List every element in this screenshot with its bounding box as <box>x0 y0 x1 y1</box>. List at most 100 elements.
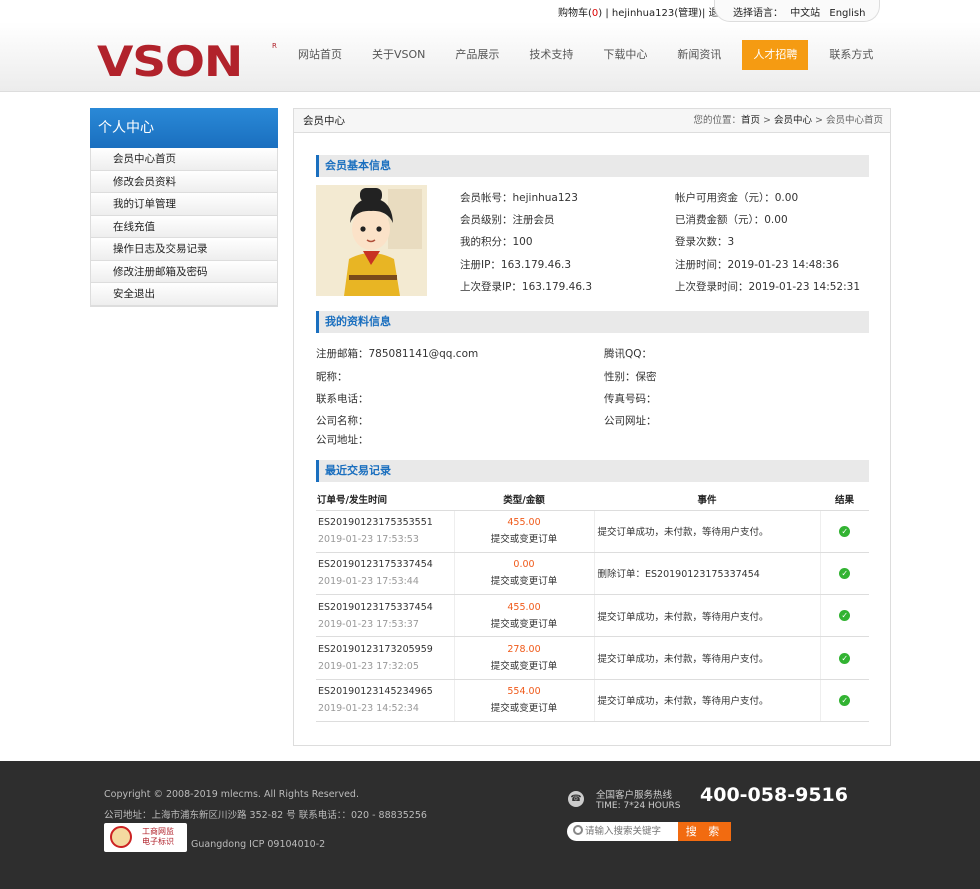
section-profile-info: 我的资料信息 <box>316 311 869 333</box>
nav-products[interactable]: 产品展示 <box>440 40 514 70</box>
result-cell: ✓ <box>819 510 869 553</box>
language-switcher: 选择语言： 中文站 English <box>714 0 880 22</box>
order-type: 提交或变更订单 <box>490 661 558 673</box>
nav-downloads[interactable]: 下载中心 <box>588 40 662 70</box>
member-points: 我的积分：100 <box>460 236 533 248</box>
order-number[interactable]: ES20190123175337454 <box>318 599 454 616</box>
order-cell: ES20190123173205959 2019-01-23 17:32:05 <box>316 636 454 680</box>
nav-news[interactable]: 新闻资讯 <box>662 40 736 70</box>
result-cell: ✓ <box>819 552 869 596</box>
sidebar-item-edit-profile[interactable]: 修改会员资料 <box>91 170 277 193</box>
profile-fax: 传真号码： <box>604 393 657 405</box>
sidebar-menu: 会员中心首页 修改会员资料 我的订单管理 在线充值 操作日志及交易记录 修改注册… <box>90 148 278 307</box>
profile-nickname: 昵称： <box>316 371 348 383</box>
col-type-amount: 类型/金额 <box>454 489 594 511</box>
login-count: 登录次数：3 <box>675 236 735 248</box>
cart-link[interactable]: 购物车(0) <box>558 8 602 19</box>
amount-cell: 0.00 提交或变更订单 <box>453 552 595 596</box>
avatar <box>316 185 427 296</box>
sidebar: 个人中心 会员中心首页 修改会员资料 我的订单管理 在线充值 操作日志及交易记录… <box>90 108 278 307</box>
register-time: 注册时间：2019-01-23 14:48:36 <box>675 259 840 271</box>
sidebar-item-orders[interactable]: 我的订单管理 <box>91 193 277 216</box>
language-zh-link[interactable]: 中文站 <box>790 8 820 19</box>
order-time: 2019-01-23 17:53:53 <box>318 534 419 546</box>
shield-seal-icon <box>110 826 132 848</box>
user-links: 购物车(0) | hejinhua123(管理)| 退出 <box>558 4 729 19</box>
order-amount: 554.00 <box>507 686 541 698</box>
order-amount: 0.00 <box>513 559 535 571</box>
nav-contact[interactable]: 联系方式 <box>814 40 888 70</box>
table-row: ES20190123175337454 2019-01-23 17:53:37 4… <box>316 594 869 638</box>
language-en-link[interactable]: English <box>829 8 865 19</box>
order-time: 2019-01-23 17:53:37 <box>318 618 419 630</box>
sidebar-item-recharge[interactable]: 在线充值 <box>91 215 277 238</box>
order-event: 删除订单：ES20190123175337454 <box>594 552 820 596</box>
check-icon: ✓ <box>839 652 851 664</box>
amount-cell: 455.00 提交或变更订单 <box>453 510 595 553</box>
phone-icon: ☎ <box>568 791 584 807</box>
table-row: ES20190123173205959 2019-01-23 17:32:05 2… <box>316 636 869 680</box>
order-time: 2019-01-23 17:53:44 <box>318 576 419 588</box>
nav-careers[interactable]: 人才招聘 <box>742 40 809 70</box>
spent-amount: 已消费金额（元）：0.00 <box>675 214 788 226</box>
table-row: ES20190123145234965 2019-01-23 14:52:34 5… <box>316 679 869 722</box>
sidebar-item-change-email-password[interactable]: 修改注册邮箱及密码 <box>91 260 277 283</box>
sidebar-item-logout[interactable]: 安全退出 <box>91 283 277 306</box>
sidebar-item-logs[interactable]: 操作日志及交易记录 <box>91 238 277 261</box>
avatar-illustration <box>316 185 427 296</box>
table-header-row: 订单号/发生时间 类型/金额 事件 结果 <box>316 489 869 511</box>
registered-mark: R <box>272 42 277 50</box>
order-type: 提交或变更订单 <box>490 703 558 715</box>
profile-phone: 联系电话： <box>316 393 369 405</box>
search-button[interactable]: 搜 索 <box>678 822 731 841</box>
order-event: 提交订单成功，未付款，等待用户支付。 <box>594 636 820 680</box>
breadcrumb-member-center[interactable]: 会员中心 <box>774 115 812 126</box>
order-time: 2019-01-23 14:52:34 <box>318 703 419 715</box>
result-cell: ✓ <box>819 636 869 680</box>
profile-website: 公司网址： <box>604 415 657 427</box>
table-row: ES20190123175337454 2019-01-23 17:53:44 0… <box>316 552 869 596</box>
footer-address: 公司地址：上海市浦东新区川沙路 352-82 号 联系电话：：020 - 888… <box>104 810 427 821</box>
user-name[interactable]: | hejinhua123(管理)| <box>602 8 705 19</box>
check-icon: ✓ <box>839 610 851 622</box>
order-number[interactable]: ES20190123175337454 <box>318 556 454 573</box>
last-login-time: 上次登录时间：2019-01-23 14:52:31 <box>675 281 861 293</box>
order-event: 提交订单成功，未付款，等待用户支付。 <box>594 510 820 553</box>
main-panel: 会员中心 您的位置：首页 > 会员中心 > 会员中心首页 会员基本信息 会员帐号… <box>293 108 891 746</box>
order-cell: ES20190123175337454 2019-01-23 17:53:37 <box>316 594 454 638</box>
order-number[interactable]: ES20190123173205959 <box>318 641 454 658</box>
sidebar-item-member-home[interactable]: 会员中心首页 <box>91 148 277 171</box>
nav-about[interactable]: 关于VSON <box>357 40 440 70</box>
main-nav: 网站首页 关于VSON 产品展示 技术支持 下载中心 新闻资讯 人才招聘 联系方… <box>283 40 888 70</box>
order-number[interactable]: ES20190123175353551 <box>318 514 454 531</box>
breadcrumb: 您的位置：首页 > 会员中心 > 会员中心首页 <box>693 115 883 126</box>
sidebar-title: 个人中心 <box>90 108 278 148</box>
order-event: 提交订单成功，未付款，等待用户支付。 <box>594 679 820 722</box>
nav-support[interactable]: 技术支持 <box>514 40 588 70</box>
top-bar: 购物车(0) | hejinhua123(管理)| 退出 选择语言： 中文站 E… <box>0 0 980 22</box>
transactions-table: 订单号/发生时间 类型/金额 事件 结果 ES20190123175353551… <box>316 489 869 722</box>
order-cell: ES20190123175353551 2019-01-23 17:53:53 <box>316 510 454 553</box>
order-amount: 455.00 <box>507 601 541 613</box>
order-amount: 455.00 <box>507 517 541 529</box>
vson-logo[interactable]: VSON <box>97 40 243 84</box>
last-login-ip: 上次登录IP：163.179.46.3 <box>460 281 593 293</box>
order-cell: ES20190123175337454 2019-01-23 17:53:44 <box>316 552 454 596</box>
footer: Copyright © 2008-2019 mlecms. All Rights… <box>0 761 980 889</box>
register-ip: 注册IP：163.179.46.3 <box>460 259 572 271</box>
profile-qq: 腾讯QQ： <box>604 348 653 360</box>
nav-home[interactable]: 网站首页 <box>283 40 357 70</box>
footer-copyright: Copyright © 2008-2019 mlecms. All Rights… <box>104 789 359 800</box>
order-type: 提交或变更订单 <box>490 576 558 588</box>
hotline-time: TIME: 7*24 HOURS <box>596 801 681 811</box>
section-transactions: 最近交易记录 <box>316 460 869 482</box>
footer-icp[interactable]: Guangdong ICP 09104010-2 <box>191 839 325 850</box>
business-badge[interactable]: 工商网监 电子标识 <box>104 823 187 852</box>
search-input[interactable] <box>585 823 677 840</box>
amount-cell: 554.00 提交或变更订单 <box>453 679 595 722</box>
order-number[interactable]: ES20190123145234965 <box>318 683 454 700</box>
header: VSON R 网站首页 关于VSON 产品展示 技术支持 下载中心 新闻资讯 人… <box>0 22 980 92</box>
profile-company: 公司名称： <box>316 415 369 427</box>
breadcrumb-home[interactable]: 首页 <box>741 115 760 126</box>
hotline-number: 400-058-9516 <box>700 784 848 806</box>
